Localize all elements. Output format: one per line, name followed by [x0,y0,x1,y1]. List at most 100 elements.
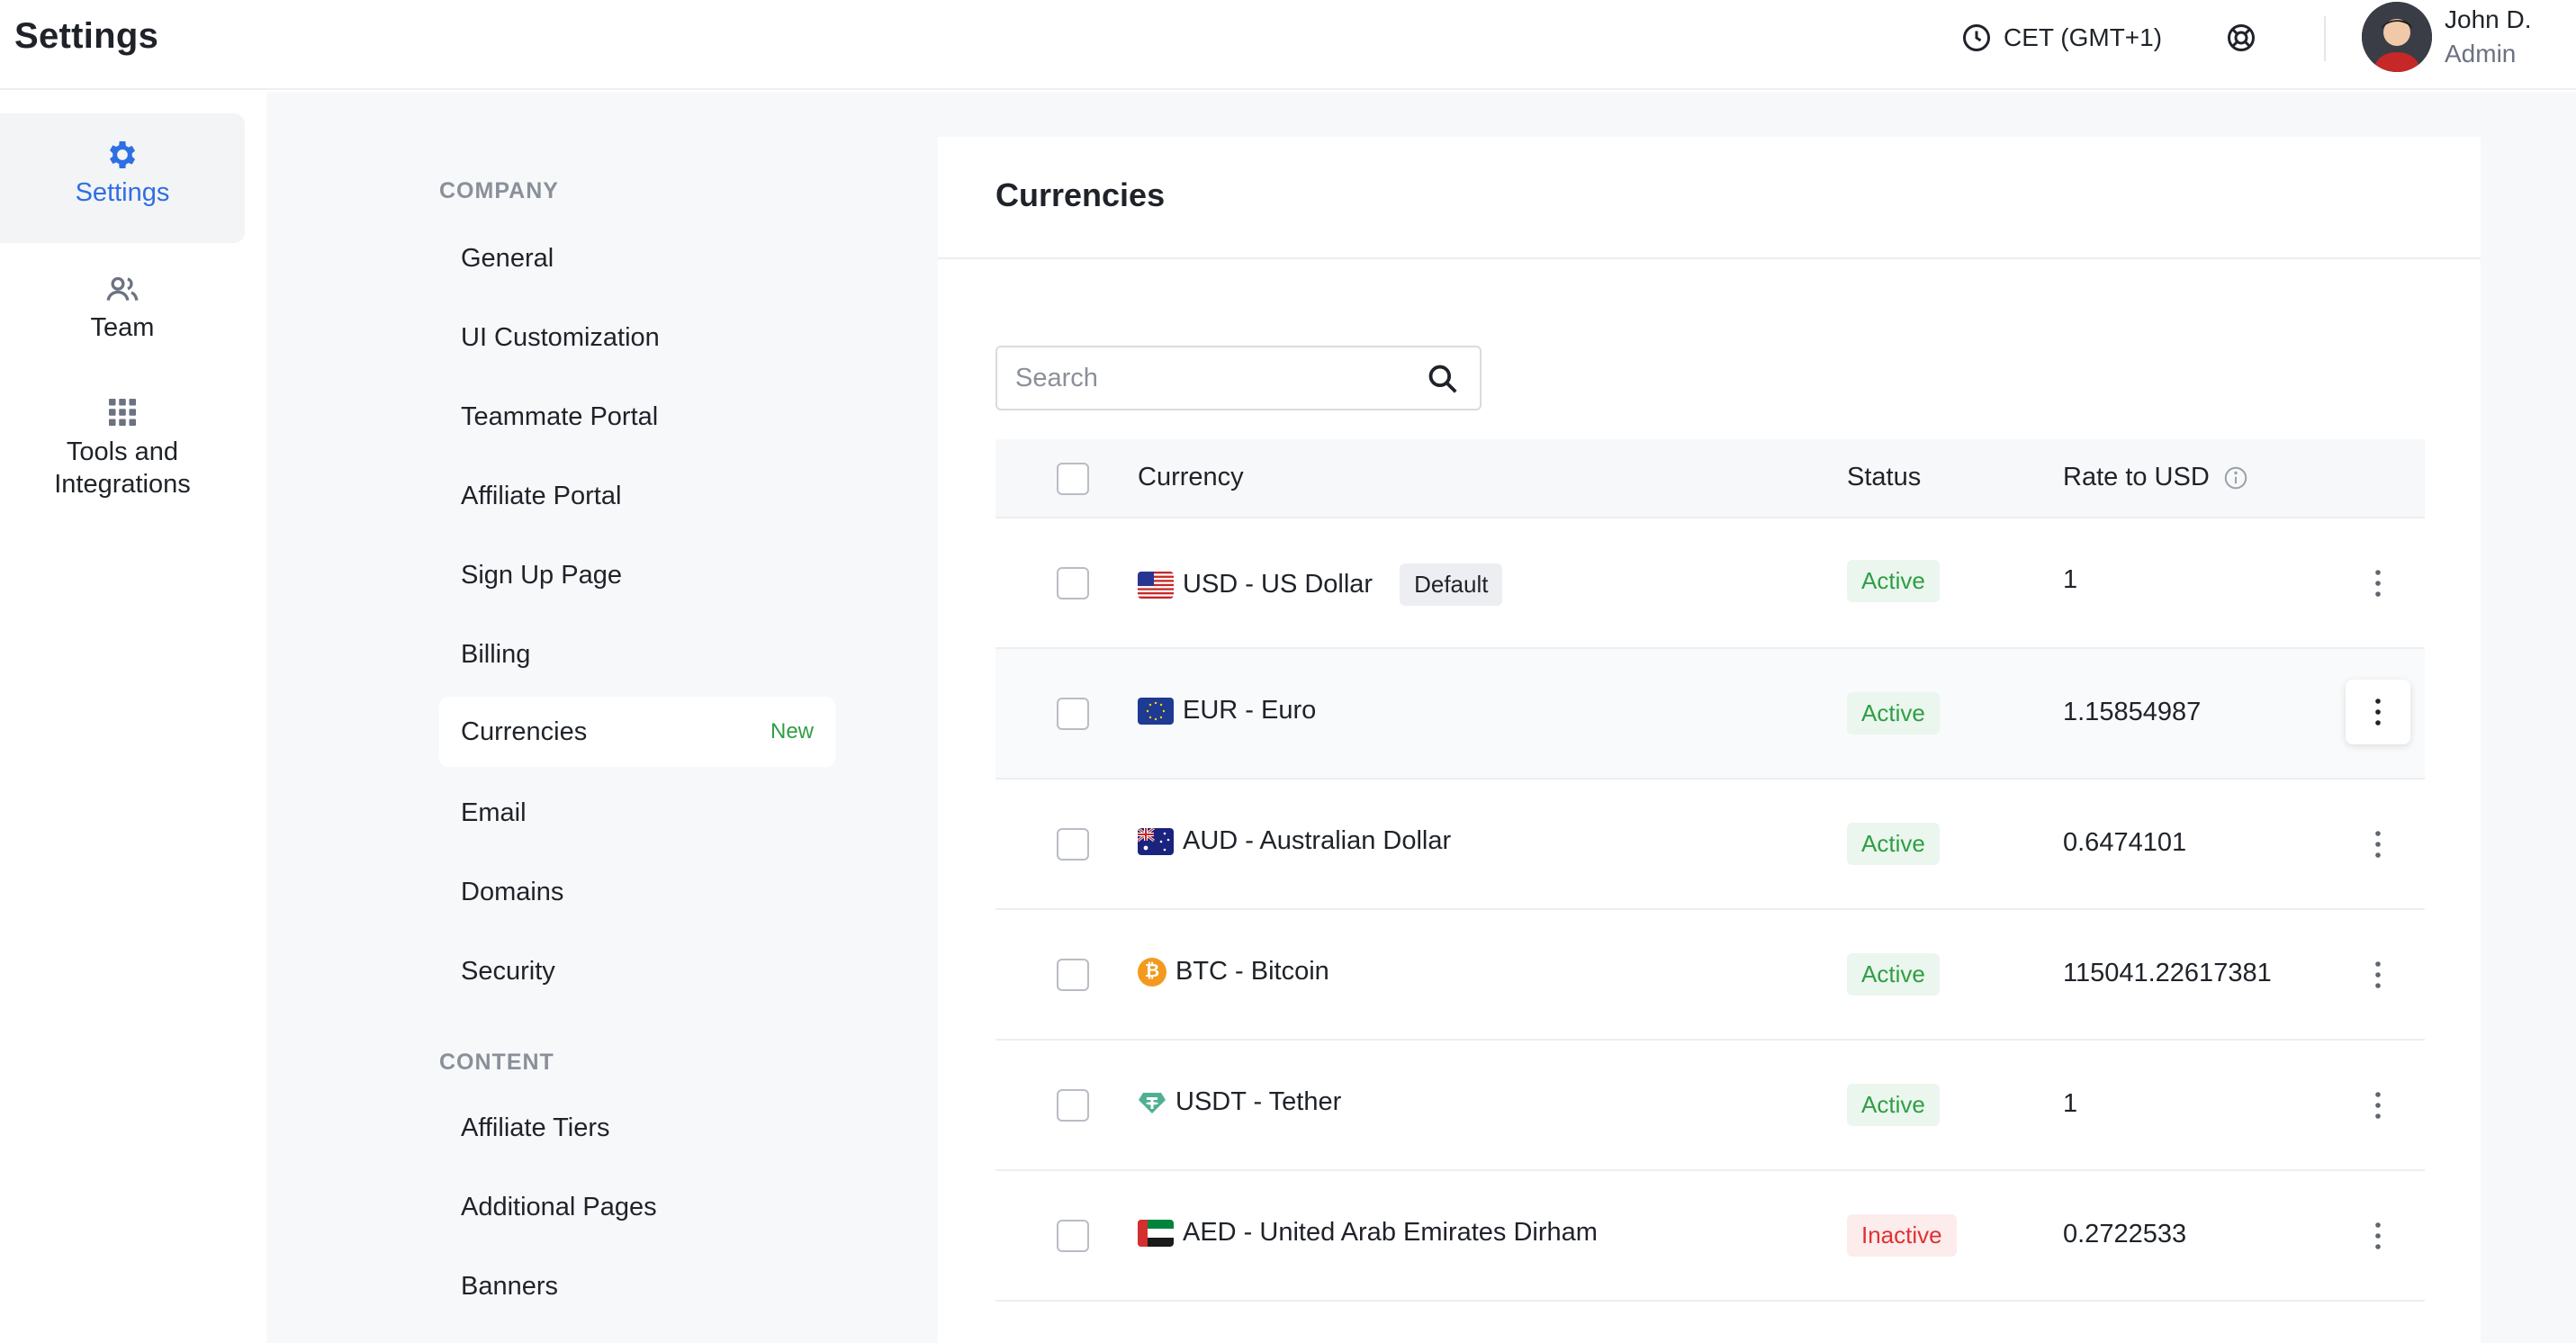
column-header-rate: Rate to USD [2063,463,2249,492]
rate-value: 1.15854987 [2063,698,2202,726]
row-checkbox[interactable] [1057,1089,1089,1122]
nav-item-teammate-portal[interactable]: Teammate Portal [439,382,835,452]
us-flag-icon [1138,571,1174,599]
rate-value: 0.2722533 [2063,1220,2187,1248]
nav-item-label: Affiliate Tiers [461,1113,610,1142]
currency-cell: ₿ BTC - Bitcoin [1138,957,1329,987]
search-box [995,346,1482,410]
rail-item-label: Team [90,313,155,342]
nav-item-label: Banners [461,1271,559,1301]
table-header: Currency Status Rate to USD [995,439,2425,518]
row-actions-button[interactable] [2346,1203,2410,1268]
nav-item-label: Affiliate Portal [461,481,622,510]
top-bar: Settings CET (GMT+1) John D. Admin [0,0,2576,90]
kebab-menu-icon [2375,1222,2381,1249]
nav-item-domains[interactable]: Domains [439,857,835,927]
section-title-company: COMPANY [439,178,559,203]
nav-item-banners[interactable]: Banners [439,1251,835,1321]
user-name[interactable]: John D. [2445,5,2532,34]
nav-item-ui-customization[interactable]: UI Customization [439,302,835,373]
users-icon [106,276,139,302]
kebab-menu-icon [2375,570,2381,597]
info-icon[interactable] [2222,464,2249,491]
gear-icon [110,141,135,168]
currency-name: EUR - Euro [1183,696,1317,725]
user-avatar-icon [2362,2,2432,72]
currency-name: BTC - Bitcoin [1175,957,1329,986]
page-title: Settings [14,16,159,56]
rate-value: 115041.22617381 [2063,959,2272,987]
nav-item-security[interactable]: Security [439,936,835,1006]
rate-value: 0.6474101 [2063,828,2187,857]
avatar[interactable] [2362,2,2432,72]
table-row[interactable]: EUR - Euro Active 1.15854987 [995,649,2425,780]
status-badge: Active [1847,823,1940,865]
section-title-content: CONTENT [439,1050,554,1075]
eu-flag-icon [1138,697,1174,725]
rail-item-tools[interactable]: Tools and Integrations [0,394,245,500]
row-actions-button[interactable] [2346,1073,2410,1138]
ae-flag-icon [1138,1219,1174,1247]
status-badge: Active [1847,1084,1940,1126]
row-actions-button[interactable] [2346,812,2410,877]
row-actions-button[interactable] [2346,942,2410,1007]
status-badge: Inactive [1847,1214,1957,1257]
default-badge: Default [1400,563,1503,606]
nav-item-billing[interactable]: Billing [439,619,835,690]
nav-item-label: Teammate Portal [461,401,659,431]
user-role: Admin [2445,40,2517,68]
currency-name: USDT - Tether [1175,1087,1342,1116]
row-checkbox[interactable] [1057,959,1089,991]
table-row[interactable]: AED - United Arab Emirates Dirham Inacti… [995,1171,2425,1302]
table-row[interactable]: USDT - Tether Active 1 [995,1041,2425,1171]
currency-cell: USD - US Dollar Default [1138,563,1503,606]
table-row[interactable]: ₿ BTC - Bitcoin Active 115041.22617381 [995,910,2425,1041]
nav-item-email[interactable]: Email [439,778,835,848]
nav-item-affiliate-portal[interactable]: Affiliate Portal [439,461,835,531]
column-header-currency: Currency [1138,463,1244,491]
select-all-checkbox[interactable] [1057,463,1089,495]
nav-item-label: Currencies [461,717,588,746]
row-actions-button[interactable] [2346,551,2410,616]
help-button[interactable] [2223,20,2259,56]
rate-value: 1 [2063,1089,2078,1118]
row-actions-button[interactable] [2346,680,2410,744]
row-checkbox[interactable] [1057,828,1089,861]
card-divider [938,257,2481,259]
currency-name: AED - United Arab Emirates Dirham [1183,1218,1598,1247]
rail-item-label: Tools and Integrations [54,437,191,499]
table-row[interactable]: USD - US Dollar Default Active 1 [995,518,2425,649]
search-icon[interactable] [1426,362,1460,396]
nav-item-affiliate-tiers[interactable]: Affiliate Tiers [439,1093,835,1163]
column-header-status: Status [1847,463,1922,491]
nav-item-label: Domains [461,877,564,906]
kebab-menu-icon [2375,699,2381,726]
nav-item-label: UI Customization [461,322,660,352]
rail-item-team[interactable]: Team [0,272,245,343]
lifebuoy-icon [2228,24,2255,51]
rate-value: 1 [2063,565,2078,594]
grid-icon [109,399,136,426]
search-input[interactable] [1015,363,1411,393]
tether-icon [1138,1088,1166,1117]
row-checkbox[interactable] [1057,1220,1089,1252]
currencies-card: Currencies Currency Status Rate to USD [938,137,2481,1343]
currency-cell: EUR - Euro [1138,696,1316,726]
timezone-selector[interactable]: CET (GMT+1) [1960,20,2162,56]
currency-cell: USDT - Tether [1138,1087,1341,1117]
nav-item-sign-up-page[interactable]: Sign Up Page [439,540,835,610]
table-row[interactable]: AUD - Australian Dollar Active 0.6474101 [995,780,2425,910]
row-checkbox[interactable] [1057,698,1089,730]
nav-item-label: Email [461,798,527,827]
nav-item-label: Additional Pages [461,1192,657,1221]
currency-name: AUD - Australian Dollar [1183,826,1452,855]
nav-item-general[interactable]: General [439,223,835,293]
clock-icon [1963,24,1990,51]
nav-item-currencies[interactable]: Currencies New [439,697,835,767]
rail-item-settings[interactable]: Settings [0,113,245,243]
card-title: Currencies [995,176,1166,213]
row-checkbox[interactable] [1057,567,1089,599]
new-badge: New [770,719,814,744]
nav-item-additional-pages[interactable]: Additional Pages [439,1172,835,1242]
kebab-menu-icon [2375,831,2381,858]
